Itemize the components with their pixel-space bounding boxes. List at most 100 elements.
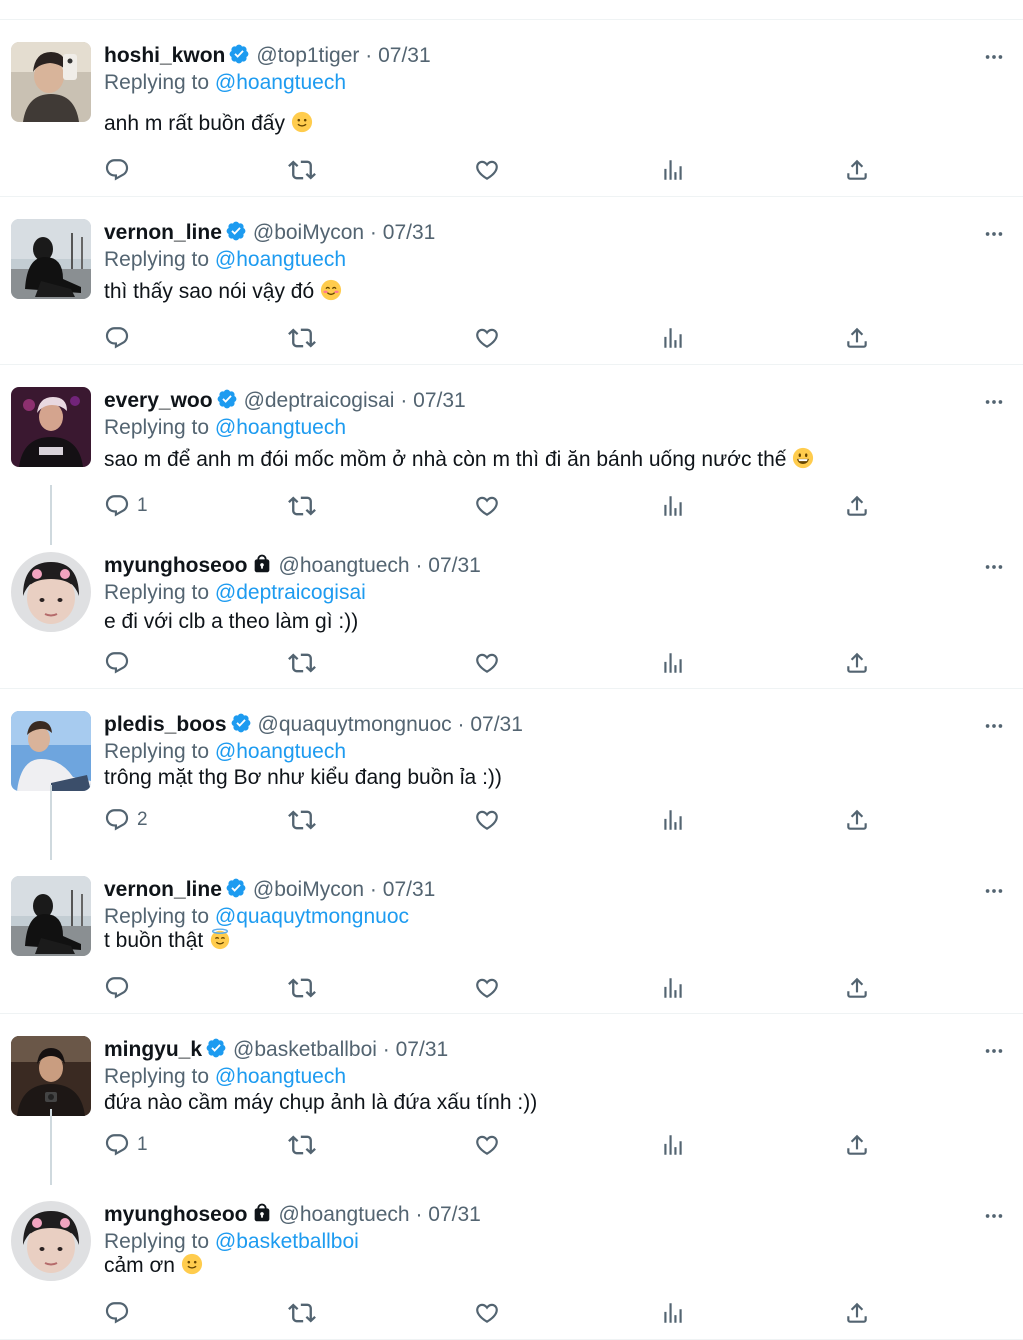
avatar[interactable] [11,387,91,467]
display-name[interactable]: myunghoseoo [104,554,248,577]
avatar[interactable] [11,711,91,791]
avatar[interactable] [11,1036,91,1116]
tweet[interactable]: myunghoseoo @hoangtuech · 07/31 Replying t… [0,1179,1023,1340]
tweet-date[interactable]: 07/31 [378,44,431,67]
like-button[interactable] [474,155,500,185]
avatar[interactable] [11,219,91,299]
tweet-date[interactable]: 07/31 [428,554,481,577]
display-name[interactable]: hoshi_kwon [104,44,225,67]
avatar[interactable] [11,42,91,122]
tweet[interactable]: mingyu_k @basketballboi · 07/31 Replying t… [0,1014,1023,1179]
more-options-icon[interactable] [983,391,1005,413]
tweet[interactable]: hoshi_kwon @top1tiger · 07/31 Replying to … [0,20,1023,197]
tweet-date[interactable]: 07/31 [413,389,466,412]
user-handle[interactable]: @hoangtuech [279,1203,410,1226]
display-name[interactable]: vernon_line [104,221,222,244]
share-button[interactable] [844,1130,870,1160]
tweet[interactable]: every_woo @deptraicogisai · 07/31 Replying… [0,365,1023,530]
like-button[interactable] [474,491,500,521]
share-icon [844,1300,870,1326]
tweet-text-content: trông mặt thg Bơ như kiểu đang buồn ỉa :… [104,766,502,789]
like-button[interactable] [474,1130,500,1160]
views-button[interactable] [660,1130,686,1160]
user-handle[interactable]: @hoangtuech [279,554,410,577]
more-options-icon[interactable] [983,715,1005,737]
retweet-button[interactable] [288,1130,316,1160]
tweet[interactable]: vernon_line @boiMycon · 07/31 Replying to … [0,197,1023,365]
views-button[interactable] [660,805,686,835]
avatar[interactable] [11,1201,91,1281]
reply-button[interactable]: 1 [104,491,148,521]
retweet-button[interactable] [288,323,316,353]
display-name[interactable]: pledis_boos [104,713,227,736]
share-button[interactable] [844,973,870,1003]
mention-link[interactable]: @hoangtuech [215,416,346,439]
tweet-date[interactable]: 07/31 [383,221,436,244]
share-button[interactable] [844,155,870,185]
tweet[interactable]: pledis_boos @quaquytmongnuoc · 07/31 Reply… [0,689,1023,854]
views-button[interactable] [660,648,686,678]
avatar[interactable] [11,876,91,956]
like-button[interactable] [474,805,500,835]
mention-link[interactable]: @hoangtuech [215,740,346,763]
tweet-date[interactable]: 07/31 [383,878,436,901]
reply-button[interactable] [104,155,137,185]
share-button[interactable] [844,805,870,835]
share-button[interactable] [844,648,870,678]
mention-link[interactable]: @deptraicogisai [215,581,366,604]
more-options-icon[interactable] [983,1040,1005,1062]
user-handle[interactable]: @deptraicogisai [244,389,395,412]
retweet-button[interactable] [288,973,316,1003]
views-button[interactable] [660,155,686,185]
reply-button[interactable] [104,648,137,678]
tweet-date[interactable]: 07/31 [428,1203,481,1226]
like-button[interactable] [474,973,500,1003]
reply-button[interactable] [104,323,137,353]
mention-link[interactable]: @hoangtuech [215,71,346,94]
mention-link[interactable]: @hoangtuech [215,248,346,271]
tweet[interactable]: myunghoseoo @hoangtuech · 07/31 Replying t… [0,530,1023,689]
retweet-button[interactable] [288,1298,316,1328]
views-button[interactable] [660,323,686,353]
share-button[interactable] [844,491,870,521]
mention-link[interactable]: @basketballboi [215,1230,359,1253]
retweet-button[interactable] [288,155,316,185]
more-options-icon[interactable] [983,1205,1005,1227]
reply-button[interactable] [104,973,137,1003]
like-button[interactable] [474,648,500,678]
user-handle[interactable]: @basketballboi [233,1038,377,1061]
display-name[interactable]: mingyu_k [104,1038,202,1061]
share-button[interactable] [844,323,870,353]
display-name[interactable]: every_woo [104,389,213,412]
user-handle[interactable]: @boiMycon [253,878,364,901]
display-name[interactable]: myunghoseoo [104,1203,248,1226]
more-options-icon[interactable] [983,556,1005,578]
user-handle[interactable]: @quaquytmongnuoc [258,713,452,736]
views-button[interactable] [660,1298,686,1328]
reply-icon [104,975,130,1001]
reply-button[interactable]: 2 [104,805,148,835]
more-options-icon[interactable] [983,223,1005,245]
share-button[interactable] [844,1298,870,1328]
mention-link[interactable]: @quaquytmongnuoc [215,905,409,928]
more-options-icon[interactable] [983,46,1005,68]
mention-link[interactable]: @hoangtuech [215,1065,346,1088]
avatar[interactable] [11,552,91,632]
reply-button[interactable] [104,1298,137,1328]
more-options-icon[interactable] [983,880,1005,902]
views-button[interactable] [660,973,686,1003]
user-handle[interactable]: @top1tiger [256,44,359,67]
replying-to: Replying to @hoangtuech [104,1063,346,1091]
user-handle[interactable]: @boiMycon [253,221,364,244]
retweet-button[interactable] [288,805,316,835]
tweet-date[interactable]: 07/31 [396,1038,449,1061]
retweet-button[interactable] [288,491,316,521]
reply-button[interactable]: 1 [104,1130,148,1160]
like-button[interactable] [474,323,500,353]
tweet-date[interactable]: 07/31 [470,713,523,736]
like-button[interactable] [474,1298,500,1328]
retweet-button[interactable] [288,648,316,678]
display-name[interactable]: vernon_line [104,878,222,901]
views-button[interactable] [660,491,686,521]
tweet[interactable]: vernon_line @boiMycon · 07/31 Replying to … [0,854,1023,1014]
